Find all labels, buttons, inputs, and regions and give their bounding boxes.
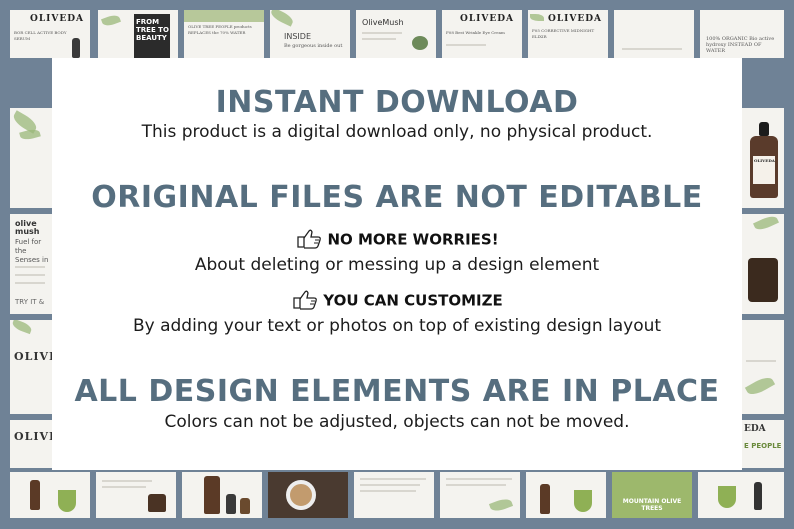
thumb-brand: OliveMush — [362, 18, 404, 27]
thumb-top-9: 100% ORGANIC Bio active hydroxy INSTEAD … — [700, 10, 784, 58]
thumb-top-2: FROM TREE TO BEAUTY — [98, 10, 178, 58]
thumb-bottom-4 — [268, 472, 348, 518]
thumb-bottom-5 — [354, 472, 434, 518]
thumb-text: MOUNTAIN OLIVE TREES — [622, 498, 682, 512]
no-more-worries-label: NO MORE WORRIES! — [327, 230, 499, 249]
bottle-image — [30, 480, 40, 510]
thumb-rule — [102, 486, 146, 488]
thumbs-up-icon — [295, 227, 323, 253]
thumb-bottom-7 — [526, 472, 606, 518]
thumb-text: F05 CORRECTIVE MIDNIGHT ELIXIR — [532, 28, 595, 39]
bottle-image — [72, 38, 80, 58]
thumb-rule — [622, 48, 682, 50]
flask-image — [58, 490, 76, 512]
thumb-bottom-3 — [182, 472, 262, 518]
thumb-bottom-6 — [440, 472, 520, 518]
thumbs-up-icon — [291, 288, 319, 314]
you-can-customize-heading: YOU CAN CUSTOMIZE — [0, 288, 794, 314]
thumb-rule — [102, 480, 152, 482]
thumb-brand: OLIVEDA — [754, 158, 775, 163]
coffee-cup-image — [286, 480, 316, 510]
thumb-bottom-9 — [698, 472, 784, 518]
leaf-decoration — [488, 496, 514, 514]
design-in-place-heading: ALL DESIGN ELEMENTS ARE IN PLACE — [74, 374, 720, 409]
thumb-text: 100% ORGANIC Bio active hydroxy INSTEAD … — [706, 36, 775, 54]
thumb-text: E PEOPLE — [744, 442, 782, 450]
thumb-brand: OLIVEDA — [30, 14, 85, 24]
design-in-place-text: Colors can not be adjusted, objects can … — [164, 412, 630, 432]
bottle-image — [240, 498, 250, 514]
thumb-bottom-2 — [96, 472, 176, 518]
leaf-decoration — [530, 14, 544, 21]
thumb-top-7: OLIVEDA F05 CORRECTIVE MIDNIGHT ELIXIR — [528, 10, 608, 58]
thumb-rule — [360, 478, 426, 480]
flask-image — [574, 490, 592, 512]
thumb-photo — [412, 36, 428, 50]
bottle-image — [204, 476, 220, 514]
thumb-top-4: INSIDE Be gorgeous inside out — [270, 10, 350, 58]
thumb-top-5: OliveMush — [356, 10, 436, 58]
thumb-text: F08 Best Wrinkle Eye Cream — [446, 30, 505, 35]
thumb-rule — [446, 44, 486, 46]
no-more-worries-heading: NO MORE WORRIES! — [0, 227, 794, 253]
bottle-image — [540, 484, 550, 514]
thumb-bottom-1 — [10, 472, 90, 518]
thumb-brand: FROM TREE TO BEAUTY — [136, 18, 169, 42]
thumb-banner — [184, 10, 264, 22]
thumb-text: BOR CELL ACTIVE BODY SERUM — [14, 30, 67, 41]
thumb-top-6: OLIVEDA F08 Best Wrinkle Eye Cream — [442, 10, 522, 58]
thumb-rule — [746, 360, 776, 362]
instant-download-text: This product is a digital download only,… — [141, 122, 653, 142]
thumb-top-3: OLIVE TREE PEOPLE products REPLACES the … — [184, 10, 264, 58]
thumb-rule — [15, 282, 45, 284]
not-editable-heading: ORIGINAL FILES ARE NOT EDITABLE — [91, 180, 703, 215]
thumb-brand: OLIVEDA — [14, 350, 52, 363]
thumb-brand: OLIVEDA — [460, 14, 515, 24]
thumb-top-1: OLIVEDA BOR CELL ACTIVE BODY SERUM — [10, 10, 90, 58]
bottle-image — [754, 482, 762, 510]
bottle-image — [148, 494, 166, 512]
thumb-rule — [446, 484, 506, 486]
thumb-brand: INSIDE — [284, 32, 311, 41]
thumb-rule — [360, 484, 420, 486]
you-can-customize-label: YOU CAN CUSTOMIZE — [323, 291, 503, 310]
thumb-rule — [360, 490, 416, 492]
thumb-text: Be gorgeous inside out — [284, 43, 343, 49]
thumb-bottom-8: MOUNTAIN OLIVE TREES — [612, 472, 692, 518]
leaf-decoration — [270, 10, 295, 27]
bottle-image — [226, 494, 236, 514]
leaf-decoration — [101, 13, 121, 28]
flask-image — [718, 486, 736, 508]
thumb-top-8 — [614, 10, 694, 58]
no-more-worries-text: About deleting or messing up a design el… — [194, 255, 600, 275]
thumb-rule — [362, 38, 396, 40]
you-can-customize-text: By adding your text or photos on top of … — [132, 316, 662, 336]
thumb-rule — [446, 478, 512, 480]
instant-download-heading: INSTANT DOWNLOAD — [215, 85, 579, 120]
thumb-brand: OLIVEDA — [548, 14, 603, 24]
thumb-text: OLIVE TREE PEOPLE products REPLACES the … — [188, 24, 252, 35]
thumb-rule — [362, 32, 402, 34]
